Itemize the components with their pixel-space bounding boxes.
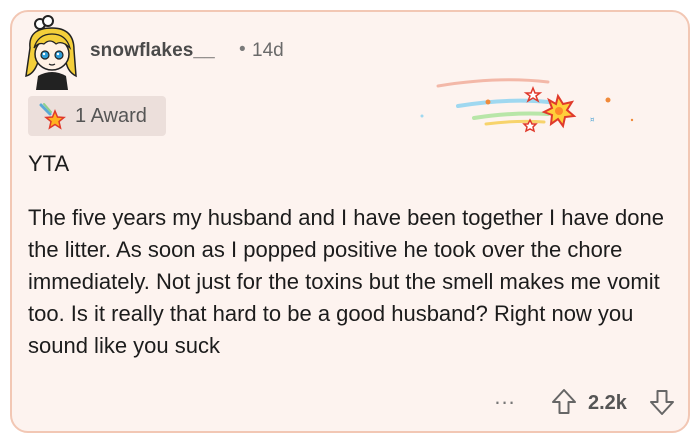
more-options-button[interactable]: ... <box>490 386 520 414</box>
downvote-button[interactable] <box>648 387 676 417</box>
upvote-button[interactable] <box>550 387 578 417</box>
shooting-star-award-art: ¤ <box>420 78 634 133</box>
svg-text:¤: ¤ <box>590 116 595 124</box>
vote-score: 2.2k <box>588 392 627 414</box>
comment-verdict: YTA <box>28 151 70 176</box>
comment-body-text: The five years my husband and I have bee… <box>28 205 664 358</box>
avatar-girl-icon <box>25 15 77 90</box>
ellipsis-icon: ... <box>494 384 516 409</box>
comment-card: snowflakes__ • 14d 1 Award ¤ YTA The fiv… <box>10 10 690 433</box>
star-award-icon <box>39 103 66 130</box>
arrow-down-icon <box>650 390 674 415</box>
award-count-label: 1 Award <box>75 105 147 127</box>
user-avatar[interactable] <box>22 14 80 90</box>
username-link[interactable]: snowflakes__ <box>90 40 215 62</box>
comment-timestamp: 14d <box>252 40 284 61</box>
arrow-up-icon <box>552 389 576 414</box>
award-badge[interactable]: 1 Award <box>28 96 166 136</box>
meta-separator: • <box>239 39 246 60</box>
